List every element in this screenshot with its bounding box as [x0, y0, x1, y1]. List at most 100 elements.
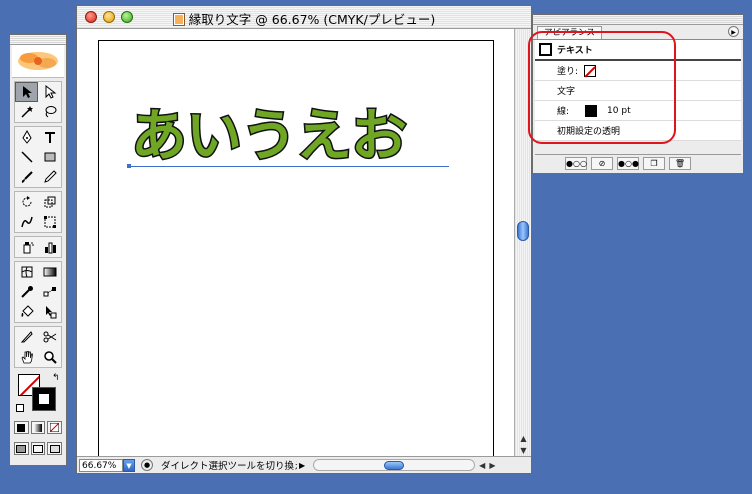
window-title-text: 縁取り文字 @ 66.67% (CMYK/プレビュー): [188, 12, 436, 27]
scroll-down-arrow-icon[interactable]: ▼: [518, 445, 529, 456]
zoom-menu-button[interactable]: ▼: [123, 458, 135, 472]
pencil-tool[interactable]: [38, 167, 61, 187]
document-window: 縁取り文字 @ 66.67% (CMYK/プレビュー) あいうえお ▲ ▼ 66…: [76, 5, 532, 474]
live-paint-tool[interactable]: [15, 302, 38, 322]
scroll-up-arrow-icon[interactable]: ▲: [518, 433, 529, 444]
palette-menu-icon[interactable]: ▶: [728, 26, 739, 37]
type-tool[interactable]: [38, 127, 61, 147]
bar-graph-icon: [44, 242, 56, 254]
swap-fill-stroke-icon[interactable]: ↰: [52, 373, 60, 383]
magic-wand-tool[interactable]: [15, 102, 38, 122]
status-menu-arrow-icon[interactable]: ▶: [299, 461, 305, 470]
opacity-label: 初期設定の透明: [557, 127, 621, 137]
standard-screen-button[interactable]: [14, 442, 29, 455]
direct-selection-tool[interactable]: [38, 82, 61, 102]
type-t-icon: [44, 132, 55, 143]
gradient-icon: [43, 267, 56, 277]
selection-tool[interactable]: [15, 82, 38, 102]
scissors-tool[interactable]: [38, 327, 61, 347]
zoom-tool[interactable]: [38, 347, 61, 367]
scale-icon: [44, 196, 55, 208]
gradient-tool[interactable]: [38, 262, 61, 282]
illustrator-logo[interactable]: [12, 45, 64, 78]
slice-select-tool[interactable]: [38, 302, 61, 322]
tool-group-symbol: [14, 236, 62, 258]
outlined-text-object[interactable]: あいうえお: [130, 107, 409, 166]
paintbrush-tool[interactable]: [15, 167, 38, 187]
duplicate-item-button[interactable]: ❐: [643, 156, 665, 170]
knife-tool[interactable]: [15, 327, 38, 347]
scale-tool[interactable]: [38, 192, 61, 212]
appearance-list: テキスト 塗り: 文字 線: 10 pt 初期設定の透明: [535, 40, 741, 141]
none-mode-button[interactable]: [47, 421, 63, 434]
rectangle-tool[interactable]: [38, 147, 61, 167]
hand-icon: [21, 351, 33, 364]
delete-item-button[interactable]: 🗑: [669, 156, 691, 170]
canvas-area[interactable]: あいうえお: [77, 29, 514, 458]
stroke-weight-value: 10 pt: [607, 105, 631, 116]
blend-tool[interactable]: [38, 282, 61, 302]
fill-none-swatch[interactable]: [584, 64, 597, 77]
rotate-tool[interactable]: [15, 192, 38, 212]
eyedropper-tool[interactable]: [15, 282, 38, 302]
rectangle-icon: [44, 152, 55, 162]
tool-group-paint: [14, 261, 62, 323]
screen-mode-buttons: [14, 442, 63, 455]
reduce-to-basic-button[interactable]: ●○●: [617, 156, 639, 170]
clear-appearance-button[interactable]: ⊘: [591, 156, 613, 170]
zoom-level-field[interactable]: 66.67%: [79, 458, 123, 472]
appearance-fill-row[interactable]: 塗り:: [535, 61, 741, 81]
hand-tool[interactable]: [15, 347, 38, 367]
mesh-icon: [21, 266, 32, 278]
tool-group-cut: [14, 326, 62, 368]
horizontal-scrollbar[interactable]: [313, 459, 476, 471]
lasso-tool[interactable]: [38, 102, 61, 122]
color-mode-buttons: [14, 421, 63, 434]
default-colors-icon[interactable]: [16, 404, 24, 412]
window-title: 縁取り文字 @ 66.67% (CMYK/プレビュー): [77, 9, 531, 28]
full-screen-button[interactable]: [47, 442, 63, 455]
appearance-header-row[interactable]: テキスト: [535, 40, 741, 61]
new-art-basic-appearance-button[interactable]: ●○○: [565, 156, 587, 170]
slice-icon: [45, 306, 56, 319]
artboard[interactable]: あいうえお: [98, 40, 494, 458]
status-bar: 66.67% ▼ ● ダイレクト選択ツールを切り換え ▶ ◀ ▶: [77, 456, 531, 473]
gradient-mode-button[interactable]: [30, 421, 46, 434]
appearance-opacity-row[interactable]: 初期設定の透明: [535, 121, 741, 141]
color-mode-button[interactable]: [14, 421, 29, 434]
fill-label: 塗り:: [557, 67, 579, 77]
free-transform-tool[interactable]: [38, 212, 61, 232]
line-tool[interactable]: [15, 147, 38, 167]
appearance-characters-row[interactable]: 文字: [535, 81, 741, 101]
paintbrush-icon: [21, 171, 33, 183]
scissors-icon: [43, 331, 56, 343]
tab-appearance[interactable]: アピアランス: [537, 26, 602, 39]
vertical-scroll-thumb[interactable]: [517, 221, 529, 241]
scroll-right-arrow-icon[interactable]: ▶: [489, 461, 495, 470]
blend-icon: [43, 287, 56, 297]
appearance-stroke-row[interactable]: 線: 10 pt: [535, 101, 741, 121]
rotate-icon: [22, 196, 31, 207]
tools-titlebar[interactable]: [10, 35, 66, 45]
appearance-titlebar[interactable]: [533, 15, 743, 25]
symbol-sprayer-tool[interactable]: [15, 237, 38, 257]
warp-tool[interactable]: [15, 212, 38, 232]
stroke-swatch[interactable]: [32, 387, 56, 411]
vertical-scrollbar[interactable]: ▲ ▼: [514, 29, 531, 458]
stroke-black-swatch[interactable]: [585, 104, 598, 117]
pencil-icon: [43, 170, 57, 183]
status-info-icon[interactable]: ●: [141, 459, 153, 471]
warp-icon: [20, 216, 33, 228]
magnifier-icon: [43, 351, 57, 364]
full-screen-menu-button[interactable]: [30, 442, 46, 455]
scroll-left-arrow-icon[interactable]: ◀: [479, 461, 485, 470]
pen-tool[interactable]: [15, 127, 38, 147]
ai-document-icon: [172, 13, 185, 26]
mesh-tool[interactable]: [15, 262, 38, 282]
appearance-tab-row: アピアランス ▶: [533, 25, 743, 40]
document-titlebar[interactable]: 縁取り文字 @ 66.67% (CMYK/プレビュー): [77, 6, 531, 29]
line-segment-icon: [20, 151, 33, 163]
horizontal-scroll-thumb[interactable]: [384, 461, 405, 470]
text-anchor-point[interactable]: [127, 164, 131, 168]
graph-tool[interactable]: [38, 237, 61, 257]
